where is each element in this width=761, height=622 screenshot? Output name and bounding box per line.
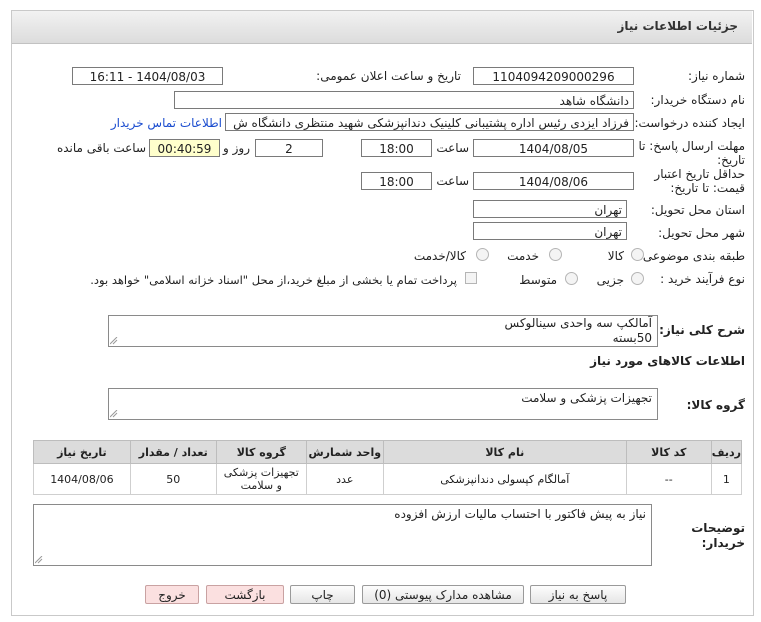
cell-code: -- bbox=[625, 463, 712, 495]
resize-grip-icon[interactable] bbox=[35, 556, 43, 564]
goods-table: ردیف کد کالا نام کالا واحد شمارش گروه کا… bbox=[33, 440, 743, 495]
goods-group-textarea[interactable]: تجهیزات پزشکی و سلامت bbox=[108, 388, 658, 420]
need-number-label: شماره نیاز: bbox=[688, 69, 745, 83]
description-textarea[interactable]: آمالکپ سه واحدی سینالوکس 50بسته bbox=[108, 315, 658, 347]
category-goods-radio[interactable] bbox=[631, 248, 644, 261]
category-goods-service-label: کالا/خدمت bbox=[413, 249, 466, 263]
goods-group-label: گروه کالا: bbox=[686, 398, 745, 412]
reply-button[interactable]: پاسخ به نیاز bbox=[530, 585, 626, 604]
days-field[interactable]: 2 bbox=[255, 139, 323, 157]
buyer-notes-textarea[interactable]: نیاز به پیش فاکتور با احتساب مالیات ارزش… bbox=[33, 504, 652, 566]
process-label: نوع فرآیند خرید : bbox=[660, 272, 745, 286]
announce-label: تاریخ و ساعت اعلان عمومی: bbox=[316, 69, 461, 83]
cell-date: 1404/08/06 bbox=[33, 463, 131, 495]
buyer-notes-label-2: خریدار: bbox=[701, 536, 745, 550]
page-title: جزئیات اطلاعات نیاز bbox=[617, 19, 738, 33]
process-minor-radio[interactable] bbox=[631, 272, 644, 285]
province-field[interactable]: تهران bbox=[473, 200, 627, 218]
category-label: طبقه بندی موضوعی: bbox=[638, 249, 745, 263]
buyer-notes-label: توضیحات bbox=[691, 521, 745, 535]
deadline-label-2: تاریخ: bbox=[717, 153, 745, 167]
need-number-field[interactable]: 1104094209000296 bbox=[473, 67, 634, 85]
deadline-time-label: ساعت bbox=[436, 141, 469, 155]
remaining-time-field: 00:40:59 bbox=[149, 139, 220, 157]
process-medium-radio[interactable] bbox=[565, 272, 578, 285]
announce-field[interactable]: 1404/08/03 - 16:11 bbox=[72, 67, 223, 85]
remaining-label: ساعت باقی مانده bbox=[56, 141, 146, 155]
table-row: 1 -- آمالگام کپسولی دندانپزشکی عدد تجهیز… bbox=[33, 463, 743, 495]
days-label: روز و bbox=[223, 141, 250, 155]
province-label: استان محل تحویل: bbox=[650, 203, 745, 217]
col-name-header: نام کالا bbox=[382, 440, 627, 464]
cell-group: تجهیزات پزشکی و سلامت bbox=[215, 463, 307, 495]
deadline-date-field[interactable]: 1404/08/05 bbox=[473, 139, 634, 157]
description-line-2: 50بسته bbox=[612, 331, 652, 345]
col-group-header: گروه کالا bbox=[215, 440, 307, 464]
category-goods-service-radio[interactable] bbox=[476, 248, 489, 261]
buyer-org-label: نام دستگاه خریدار: bbox=[650, 93, 746, 107]
buyer-org-field[interactable]: دانشگاه شاهد bbox=[174, 91, 634, 109]
buyer-contact-link[interactable]: اطلاعات تماس خریدار bbox=[111, 116, 222, 130]
process-medium-label: متوسط bbox=[519, 273, 557, 287]
price-validity-label: حداقل تاریخ اعتبار bbox=[654, 167, 745, 181]
col-unit-header: واحد شمارش bbox=[305, 440, 384, 464]
category-service-radio[interactable] bbox=[549, 248, 562, 261]
city-field[interactable]: تهران bbox=[473, 222, 627, 240]
price-validity-time-field[interactable]: 18:00 bbox=[361, 172, 432, 190]
table-header-row: ردیف کد کالا نام کالا واحد شمارش گروه کا… bbox=[33, 440, 743, 464]
col-date-header: تاریخ نیاز bbox=[33, 440, 131, 464]
goods-group-value: تجهیزات پزشکی و سلامت bbox=[521, 391, 652, 405]
description-line-1: آمالکپ سه واحدی سینالوکس bbox=[504, 316, 652, 330]
category-service-label: خدمت bbox=[507, 249, 539, 263]
cell-row: 1 bbox=[710, 463, 743, 495]
price-validity-time-label: ساعت bbox=[436, 174, 469, 188]
view-attachments-button[interactable]: مشاهده مدارک پیوستی (0) bbox=[362, 585, 524, 604]
col-code-header: کد کالا bbox=[625, 440, 712, 464]
panel-header: جزئیات اطلاعات نیاز bbox=[12, 11, 752, 44]
cell-name: آمالگام کپسولی دندانپزشکی bbox=[382, 463, 627, 495]
resize-grip-icon[interactable] bbox=[110, 337, 118, 345]
treasury-note: پرداخت تمام یا بخشی از مبلغ خرید،از محل … bbox=[90, 273, 457, 287]
city-label: شهر محل تحویل: bbox=[658, 226, 745, 240]
requester-field[interactable]: فرزاد ایزدی رئیس اداره پشتیبانی کلینیک د… bbox=[225, 113, 634, 131]
requester-label: ایجاد کننده درخواست: bbox=[634, 116, 745, 130]
description-label: شرح کلی نیاز: bbox=[659, 323, 745, 337]
resize-grip-icon[interactable] bbox=[110, 410, 118, 418]
process-minor-label: جزیی bbox=[596, 273, 624, 287]
buyer-notes-value: نیاز به پیش فاکتور با احتساب مالیات ارزش… bbox=[394, 507, 646, 521]
category-goods-label: کالا bbox=[607, 249, 624, 263]
col-row-header: ردیف bbox=[710, 440, 743, 464]
price-validity-label-2: قیمت: تا تاریخ: bbox=[670, 181, 745, 195]
treasury-checkbox[interactable] bbox=[465, 272, 477, 284]
goods-info-title: اطلاعات کالاهای مورد نیاز bbox=[590, 354, 745, 368]
deadline-time-field[interactable]: 18:00 bbox=[361, 139, 432, 157]
deadline-label: مهلت ارسال پاسخ: تا bbox=[638, 139, 745, 153]
print-button[interactable]: چاپ bbox=[290, 585, 355, 604]
exit-button[interactable]: خروج bbox=[145, 585, 199, 604]
cell-qty: 50 bbox=[129, 463, 217, 495]
col-qty-header: تعداد / مقدار bbox=[129, 440, 217, 464]
back-button[interactable]: بازگشت bbox=[206, 585, 284, 604]
cell-unit: عدد bbox=[305, 463, 384, 495]
price-validity-date-field[interactable]: 1404/08/06 bbox=[473, 172, 634, 190]
